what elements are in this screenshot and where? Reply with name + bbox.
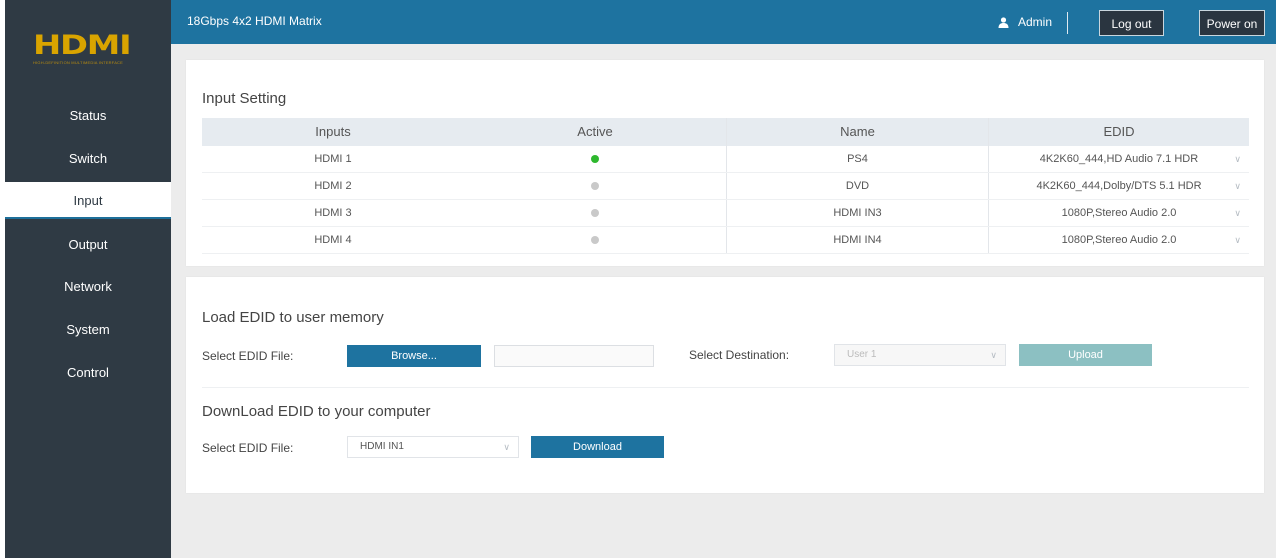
header-divider [1067, 12, 1068, 34]
edid-select-value: 4K2K60_444,Dolby/DTS 5.1 HDR [1036, 180, 1202, 192]
upload-button[interactable]: Upload [1019, 344, 1152, 366]
chevron-down-icon: ∨ [1234, 208, 1241, 218]
inactive-indicator-icon [591, 209, 599, 218]
edid-select-value: 1080P,Stereo Audio 2.0 [1061, 207, 1177, 219]
edid-select-value: 4K2K60_444,HD Audio 7.1 HDR [1039, 153, 1199, 165]
input-cell: HDMI 2 [314, 180, 352, 192]
input-name-field[interactable]: HDMI IN3 [726, 200, 988, 226]
logout-button[interactable]: Log out [1099, 10, 1164, 36]
active-cell [464, 227, 726, 253]
input-cell: HDMI 1 [314, 153, 352, 165]
sidebar: HDMI HIGH-DEFINITION MULTIMEDIA INTERFAC… [5, 0, 171, 558]
sidebar-item-system[interactable]: System [5, 312, 171, 348]
main-content: Input Setting Inputs Active Name EDID HD… [171, 44, 1276, 558]
logo-text: HDMI [33, 30, 132, 61]
edid-select-value: 1080P,Stereo Audio 2.0 [1061, 234, 1177, 246]
input-name-field[interactable]: HDMI IN4 [726, 227, 988, 253]
sidebar-item-network[interactable]: Network [5, 269, 171, 305]
edid-panel: Load EDID to user memory Select EDID Fil… [186, 277, 1264, 493]
load-edid-title: Load EDID to user memory [202, 309, 384, 326]
download-file-select[interactable]: HDMI IN1 ∨ [347, 436, 519, 458]
chevron-down-icon: ∨ [1234, 235, 1241, 245]
edid-select[interactable]: 4K2K60_444,Dolby/DTS 5.1 HDR ∨ [988, 173, 1249, 199]
table-row: HDMI 2 DVD 4K2K60_444,Dolby/DTS 5.1 HDR ∨ [202, 173, 1249, 200]
input-name-field[interactable]: PS4 [726, 146, 988, 172]
device-title: 18Gbps 4x2 HDMI Matrix [187, 14, 322, 28]
column-header-inputs: Inputs [315, 124, 351, 139]
user-name: Admin [1018, 15, 1053, 29]
input-setting-title: Input Setting [202, 90, 287, 107]
sidebar-item-status[interactable]: Status [5, 98, 171, 134]
chevron-down-icon: ∨ [1234, 154, 1241, 164]
active-cell [464, 146, 726, 172]
download-button[interactable]: Download [531, 436, 664, 458]
sidebar-item-output[interactable]: Output [5, 227, 171, 263]
sidebar-item-switch[interactable]: Switch [5, 141, 171, 177]
column-header-edid: EDID [988, 118, 1249, 146]
chevron-down-icon: ∨ [1234, 181, 1241, 191]
user-icon [998, 17, 1009, 28]
chevron-down-icon: ∨ [503, 442, 510, 452]
chevron-down-icon: ∨ [990, 350, 997, 360]
edid-select[interactable]: 1080P,Stereo Audio 2.0 ∨ [988, 200, 1249, 226]
destination-select[interactable]: User 1 ∨ [834, 344, 1006, 366]
inactive-indicator-icon [591, 236, 599, 245]
input-table: Inputs Active Name EDID HDMI 1 PS4 4K2K60_… [202, 118, 1249, 254]
download-edid-title: DownLoad EDID to your computer [202, 403, 431, 420]
input-setting-panel: Input Setting Inputs Active Name EDID HD… [186, 60, 1264, 266]
table-body: HDMI 1 PS4 4K2K60_444,HD Audio 7.1 HDR ∨ HDM… [202, 146, 1249, 254]
table-row: HDMI 4 HDMI IN4 1080P,Stereo Audio 2.0 ∨ [202, 227, 1249, 254]
input-cell: HDMI 4 [314, 234, 352, 246]
input-cell: HDMI 3 [314, 207, 352, 219]
edid-file-path-input[interactable] [494, 345, 654, 367]
active-cell [464, 200, 726, 226]
input-name-field[interactable]: DVD [726, 173, 988, 199]
select-destination-label: Select Destination: [689, 348, 790, 362]
table-header: Inputs Active Name EDID [202, 118, 1249, 146]
top-header: 18Gbps 4x2 HDMI Matrix Admin Log out Pow… [171, 0, 1276, 44]
section-divider [202, 387, 1249, 388]
inactive-indicator-icon [591, 182, 599, 191]
edid-select[interactable]: 4K2K60_444,HD Audio 7.1 HDR ∨ [988, 146, 1249, 172]
download-file-select-value: HDMI IN1 [360, 441, 404, 452]
column-header-name: Name [726, 118, 988, 146]
hdmi-logo: HDMI HIGH-DEFINITION MULTIMEDIA INTERFAC… [33, 30, 143, 65]
power-button[interactable]: Power on [1199, 10, 1265, 36]
sidebar-item-input[interactable]: Input [5, 182, 171, 219]
destination-select-value: User 1 [847, 349, 877, 360]
active-indicator-icon [591, 155, 599, 164]
active-cell [464, 173, 726, 199]
sidebar-item-control[interactable]: Control [5, 355, 171, 391]
table-row: HDMI 1 PS4 4K2K60_444,HD Audio 7.1 HDR ∨ [202, 146, 1249, 173]
logo-tagline: HIGH-DEFINITION MULTIMEDIA INTERFACE [33, 60, 124, 65]
download-select-file-label: Select EDID File: [202, 441, 294, 455]
load-select-file-label: Select EDID File: [202, 349, 294, 363]
browse-button[interactable]: Browse... [347, 345, 481, 367]
column-header-active: Active [577, 124, 613, 139]
edid-select[interactable]: 1080P,Stereo Audio 2.0 ∨ [988, 227, 1249, 253]
table-row: HDMI 3 HDMI IN3 1080P,Stereo Audio 2.0 ∨ [202, 200, 1249, 227]
